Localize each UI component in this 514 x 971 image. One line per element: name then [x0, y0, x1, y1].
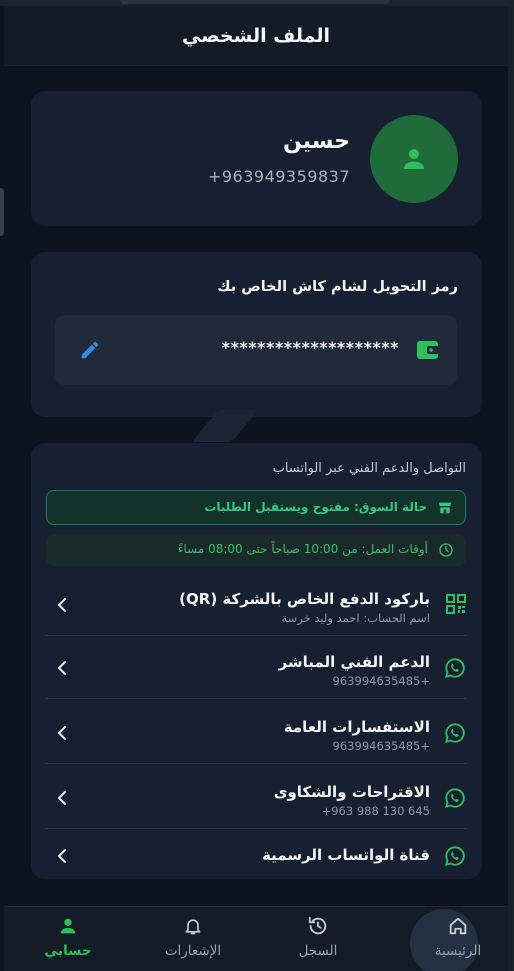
working-hours-text: أوقات العمل: من 10:00 صباحاً حتى 08:00 م…: [177, 542, 428, 556]
working-hours-banner: أوقات العمل: من 10:00 صباحاً حتى 08:00 م…: [46, 534, 466, 566]
list-item-general-inquiries[interactable]: الاستفسارات العامة +963994635485: [46, 704, 466, 764]
list-item-sub: اسم الحساب: احمد وليد خرسة: [281, 611, 430, 625]
nav-item-history[interactable]: السجل: [268, 907, 368, 971]
profile-name: حسين: [282, 129, 350, 154]
profile-card: حسين +963949359837: [31, 91, 482, 226]
nav-label-home: الرئيسية: [434, 943, 482, 959]
bottom-nav: الرئيسية السجل الإشعارات حسابي: [4, 906, 508, 971]
transfer-code-box: ********************: [55, 315, 457, 385]
list-item-label: الاستفسارات العامة: [283, 718, 430, 736]
market-status-banner: حالة السوق: مفتوح ويستقبل الطلبات: [46, 490, 466, 525]
nav-label-history: السجل: [298, 943, 338, 959]
home-icon: [449, 917, 467, 935]
wallet-icon: [417, 341, 439, 359]
whatsapp-icon: [444, 658, 465, 679]
list-item-label: الاقتراحات والشكاوى: [273, 783, 430, 801]
chevron-left-icon: [58, 849, 66, 863]
edit-icon[interactable]: [79, 339, 101, 361]
list-item-label: قناة الواتساب الرسمية: [262, 846, 430, 864]
divider: [46, 828, 466, 829]
nav-item-account[interactable]: حسابي: [18, 907, 118, 971]
market-status-text: حالة السوق: مفتوح ويستقبل الطلبات: [204, 500, 427, 514]
transfer-code-card: رمز التحويل لشام كاش الخاص بك **********…: [31, 252, 482, 417]
store-icon: [439, 502, 451, 514]
app-header: الملف الشخصي: [4, 6, 508, 66]
divider: [46, 763, 466, 764]
person-icon: [60, 918, 76, 934]
masked-transfer-code: ********************: [221, 338, 399, 357]
list-item-sub: +963994635485: [332, 739, 430, 753]
chevron-left-icon: [58, 598, 66, 612]
profile-phone: +963949359837: [207, 167, 350, 186]
list-item-sub: +963994635485: [332, 674, 430, 688]
person-icon: [404, 149, 424, 169]
top-bar-pill: [120, 0, 390, 4]
nav-item-home[interactable]: الرئيسية: [408, 907, 508, 971]
list-item-qr-payment[interactable]: باركود الدفع الخاص بالشركة (QR) اسم الحس…: [46, 576, 466, 636]
page-title: الملف الشخصي: [181, 24, 330, 47]
list-item-label: الدعم الفني المباشر: [278, 653, 430, 671]
nav-label-account: حسابي: [44, 943, 92, 959]
avatar[interactable]: [370, 115, 458, 203]
side-handle[interactable]: [0, 188, 4, 236]
chevron-left-icon: [58, 791, 66, 805]
support-card: التواصل والدعم الفني عبر الواتساب حالة ا…: [31, 443, 482, 879]
transfer-code-title: رمز التحويل لشام كاش الخاص بك: [217, 279, 458, 295]
list-item-suggestions-complaints[interactable]: الاقتراحات والشكاوى +963 988 130 645: [46, 769, 466, 829]
list-item-label: باركود الدفع الخاص بالشركة (QR): [179, 590, 430, 608]
support-title: التواصل والدعم الفني عبر الواتساب: [272, 461, 466, 476]
scrollbar-track[interactable]: [508, 0, 514, 971]
list-item-direct-support[interactable]: الدعم الفني المباشر +963994635485: [46, 639, 466, 699]
nav-label-notifications: الإشعارات: [164, 943, 222, 959]
whatsapp-icon: [444, 788, 465, 809]
list-item-official-channel[interactable]: قناة الواتساب الرسمية: [46, 833, 466, 879]
nav-item-notifications[interactable]: الإشعارات: [143, 907, 243, 971]
clock-icon: [439, 543, 453, 557]
qr-code-icon: [446, 594, 466, 614]
history-icon: [308, 916, 327, 935]
divider: [46, 698, 466, 699]
whatsapp-icon: [444, 723, 465, 744]
whatsapp-icon: [444, 846, 465, 867]
list-item-sub: +963 988 130 645: [321, 804, 430, 818]
bell-icon: [185, 919, 201, 935]
chevron-left-icon: [58, 726, 66, 740]
divider: [46, 635, 466, 636]
chevron-left-icon: [58, 661, 66, 675]
